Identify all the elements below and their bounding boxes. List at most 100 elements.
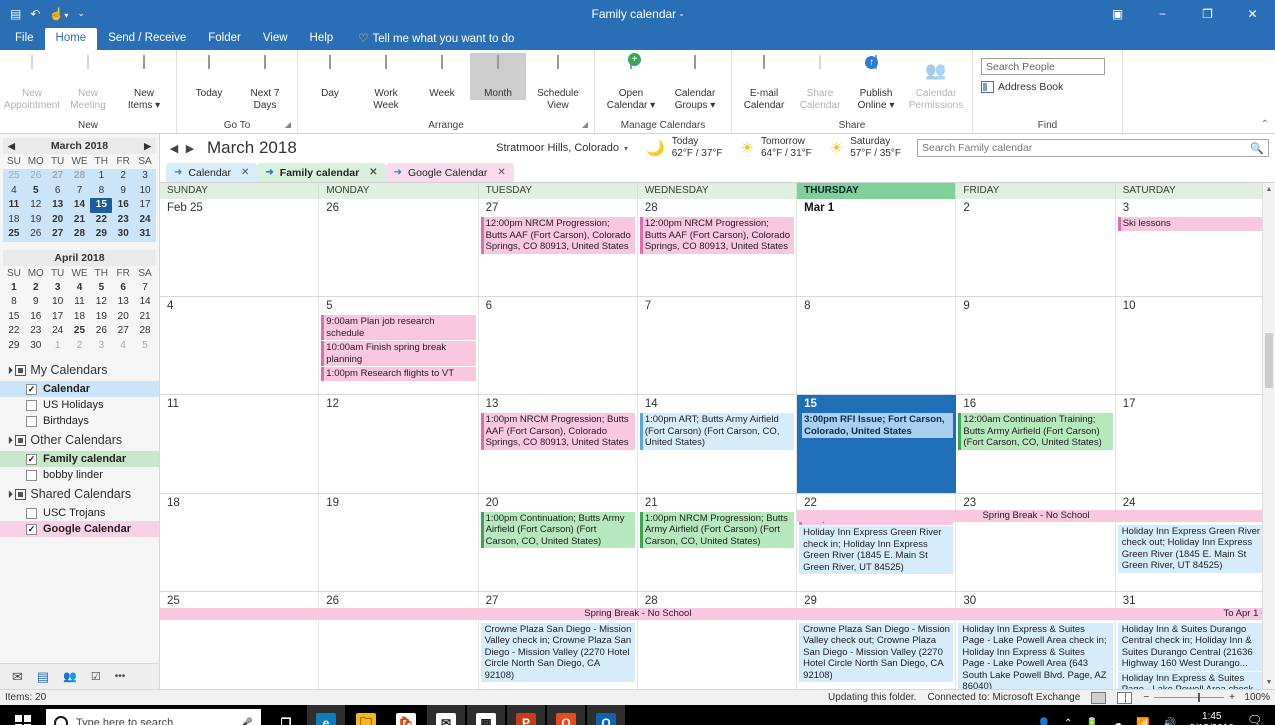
calendar-day-cell[interactable]: 10 xyxy=(1116,297,1275,395)
search-people-input[interactable]: Search People xyxy=(981,58,1105,75)
calendar-day-cell[interactable]: 11 xyxy=(160,395,320,493)
calendar-event[interactable]: 12:00pm NRCM Progression; Butts AAF (For… xyxy=(639,217,795,254)
zoom-in-button[interactable]: + xyxy=(1229,692,1235,703)
calendar-item-family-calendar[interactable]: ✓ Family calendar xyxy=(0,451,159,467)
office-icon[interactable]: O xyxy=(547,705,585,725)
calendar-day-cell[interactable]: 24 Holiday Inn Express Green River check … xyxy=(1116,493,1275,591)
week-view-button[interactable]: Week xyxy=(414,53,470,100)
calendar-day-cell[interactable]: 21 1:00pm NRCM Progression; Butts Army Ai… xyxy=(638,493,798,591)
tab-view[interactable]: View xyxy=(252,28,299,50)
mini-day-28[interactable]: 28 xyxy=(69,169,91,184)
calendar-group-shared-calendars[interactable]: ◢ Shared Calendars xyxy=(0,483,159,505)
calendar-day-cell[interactable]: 9 xyxy=(956,297,1116,395)
mini-day-26[interactable]: 26 xyxy=(25,169,47,184)
expand-collapse-icon[interactable]: ◢ xyxy=(4,435,14,445)
calendar-item-bobby-linder[interactable]: bobby linder xyxy=(0,467,159,483)
scrollbar-thumb[interactable] xyxy=(1265,333,1273,388)
search-calendar-input[interactable]: Search Family calendar 🔍 xyxy=(917,139,1269,157)
mini-day-29[interactable]: 29 xyxy=(90,227,112,242)
task-view-icon[interactable]: ❐ xyxy=(267,705,305,725)
mini-day-14[interactable]: 14 xyxy=(134,295,156,310)
tell-me-search[interactable]: ♡ Tell me what you want to do xyxy=(344,27,522,50)
checkbox[interactable] xyxy=(26,469,37,481)
calendar-item-google-calendar[interactable]: ✓ Google Calendar xyxy=(0,521,159,537)
calendar-event[interactable]: Crowne Plaza San Diego - Mission Valley … xyxy=(799,622,954,683)
calendar-day-cell[interactable]: 29 Crowne Plaza San Diego - Mission Valle… xyxy=(797,591,957,690)
mini-day-4[interactable]: 4 xyxy=(3,184,25,199)
mini-day-5[interactable]: 5 xyxy=(134,339,156,354)
calendar-event[interactable]: 12:00pm NRCM Progression; Butts AAF (For… xyxy=(480,217,635,254)
touch-mode-icon[interactable]: ☝▾ xyxy=(49,8,68,20)
calendar-item-calendar[interactable]: ✓ Calendar xyxy=(0,381,159,397)
mini-day-14[interactable]: 14 xyxy=(69,198,91,213)
network-icon[interactable]: 📶 xyxy=(1136,717,1150,725)
volume-icon[interactable]: 🔊 xyxy=(1163,717,1177,725)
mini-day-27[interactable]: 27 xyxy=(47,227,69,242)
mini-day-6[interactable]: 6 xyxy=(47,184,69,199)
prev-period-icon[interactable]: ◀ xyxy=(166,142,182,155)
calendar-group-other-calendars[interactable]: ◢ Other Calendars xyxy=(0,429,159,451)
mini-day-1[interactable]: 1 xyxy=(90,169,112,184)
tab-help[interactable]: Help xyxy=(299,28,345,50)
checkbox[interactable] xyxy=(26,415,37,427)
more-options-icon[interactable]: ••• xyxy=(115,671,126,682)
mini-day-16[interactable]: 16 xyxy=(112,198,134,213)
mini-day-2[interactable]: 2 xyxy=(69,339,91,354)
new-appointment-button[interactable]: New Appointment xyxy=(4,53,60,111)
calendar-day-cell[interactable]: Feb 25 xyxy=(160,199,320,297)
calendar-event[interactable]: Holiday Inn Express Green River check in… xyxy=(799,526,954,575)
tab-home[interactable]: Home xyxy=(44,28,98,50)
calendar-event[interactable]: Holiday Inn Express Green River check ou… xyxy=(1117,524,1272,573)
mini-day-15[interactable]: 15 xyxy=(3,310,25,325)
notifications-icon[interactable]: 🗨 xyxy=(1247,713,1267,725)
calendar-scrollbar[interactable]: ▲ ▼ xyxy=(1262,183,1275,689)
mini-day-17[interactable]: 17 xyxy=(134,198,156,213)
close-icon[interactable]: ✕ xyxy=(369,167,377,178)
mini-day-7[interactable]: 7 xyxy=(69,184,91,199)
calendar-event[interactable]: 1:00pm ART; Butts Army Airfield (Fort Ca… xyxy=(639,413,795,450)
tab-file[interactable]: File xyxy=(4,28,45,50)
all-day-event-bar[interactable]: To Apr 1 ⇥ xyxy=(1115,607,1275,620)
calendar-day-cell[interactable]: 27 Crowne Plaza San Diego - Mission Valle… xyxy=(479,591,638,690)
calendar-day-cell[interactable]: 28 12:00pm NRCM Progression; Butts AAF (F… xyxy=(638,199,798,297)
schedule-view-button[interactable]: Schedule View xyxy=(526,53,590,111)
search-icon[interactable]: 🔍 xyxy=(1250,142,1264,155)
new-meeting-button[interactable]: New Meeting xyxy=(60,53,116,111)
mini-day-7[interactable]: 7 xyxy=(134,281,156,296)
tab-send-receive[interactable]: Send / Receive xyxy=(97,28,197,50)
checkbox[interactable]: ✓ xyxy=(26,453,37,465)
calendar-day-cell[interactable]: 19 xyxy=(319,493,479,591)
mini-day-1[interactable]: 1 xyxy=(3,281,25,296)
minimize-button[interactable]: − xyxy=(1140,0,1185,27)
expand-collapse-icon[interactable]: ◢ xyxy=(4,365,14,375)
calendar-tab-google-calendar[interactable]: ➜ Google Calendar ✕ xyxy=(385,163,514,182)
calendar-day-cell[interactable]: 27 12:00pm NRCM Progression; Butts AAF (F… xyxy=(479,199,638,297)
mini-day-27[interactable]: 27 xyxy=(47,169,69,184)
mini-day-27[interactable]: 27 xyxy=(112,324,134,339)
calendar-day-cell[interactable]: 31 Holiday Inn & Suites Durango Central c… xyxy=(1116,591,1275,690)
mini-day-13[interactable]: 13 xyxy=(112,295,134,310)
taskbar-search-input[interactable]: Type here to search 🎤 xyxy=(46,709,261,725)
prev-month-icon[interactable]: ◀ xyxy=(8,141,15,152)
microsoft-store-icon[interactable]: 🛍 xyxy=(387,705,425,725)
close-icon[interactable]: ✕ xyxy=(241,167,249,178)
mini-day-22[interactable]: 22 xyxy=(90,213,112,228)
calendar-event[interactable]: Holiday Inn Express & Suites Page - Lake… xyxy=(958,622,1113,690)
calendar-day-cell[interactable]: 17 xyxy=(1116,395,1275,493)
mini-day-11[interactable]: 11 xyxy=(3,198,25,213)
chevron-down-icon[interactable]: ▾ xyxy=(624,144,628,153)
calendar-icon[interactable]: ▦ xyxy=(467,705,505,725)
calendar-tab-calendar[interactable]: ➜ Calendar ✕ xyxy=(166,163,258,182)
calendar-event[interactable]: 1:00pm NRCM Progression; Butts AAF (Fort… xyxy=(480,413,635,450)
people-icon[interactable]: 👥 xyxy=(63,670,77,683)
calendar-day-cell[interactable]: 18 xyxy=(160,493,320,591)
month-view-button[interactable]: Month xyxy=(470,53,526,100)
calendar-day-cell[interactable]: 8 xyxy=(797,297,957,395)
calendar-tab-family-calendar[interactable]: ➜ Family calendar ✕ xyxy=(257,163,386,182)
edge-icon[interactable]: e xyxy=(307,705,345,725)
calendar-day-cell[interactable]: 3 Ski lessons xyxy=(1116,199,1275,297)
calendar-day-cell[interactable]: 2 xyxy=(956,199,1116,297)
mini-day-30[interactable]: 30 xyxy=(112,227,134,242)
calendar-icon[interactable]: ▤ xyxy=(37,669,49,685)
mini-day-4[interactable]: 4 xyxy=(112,339,134,354)
